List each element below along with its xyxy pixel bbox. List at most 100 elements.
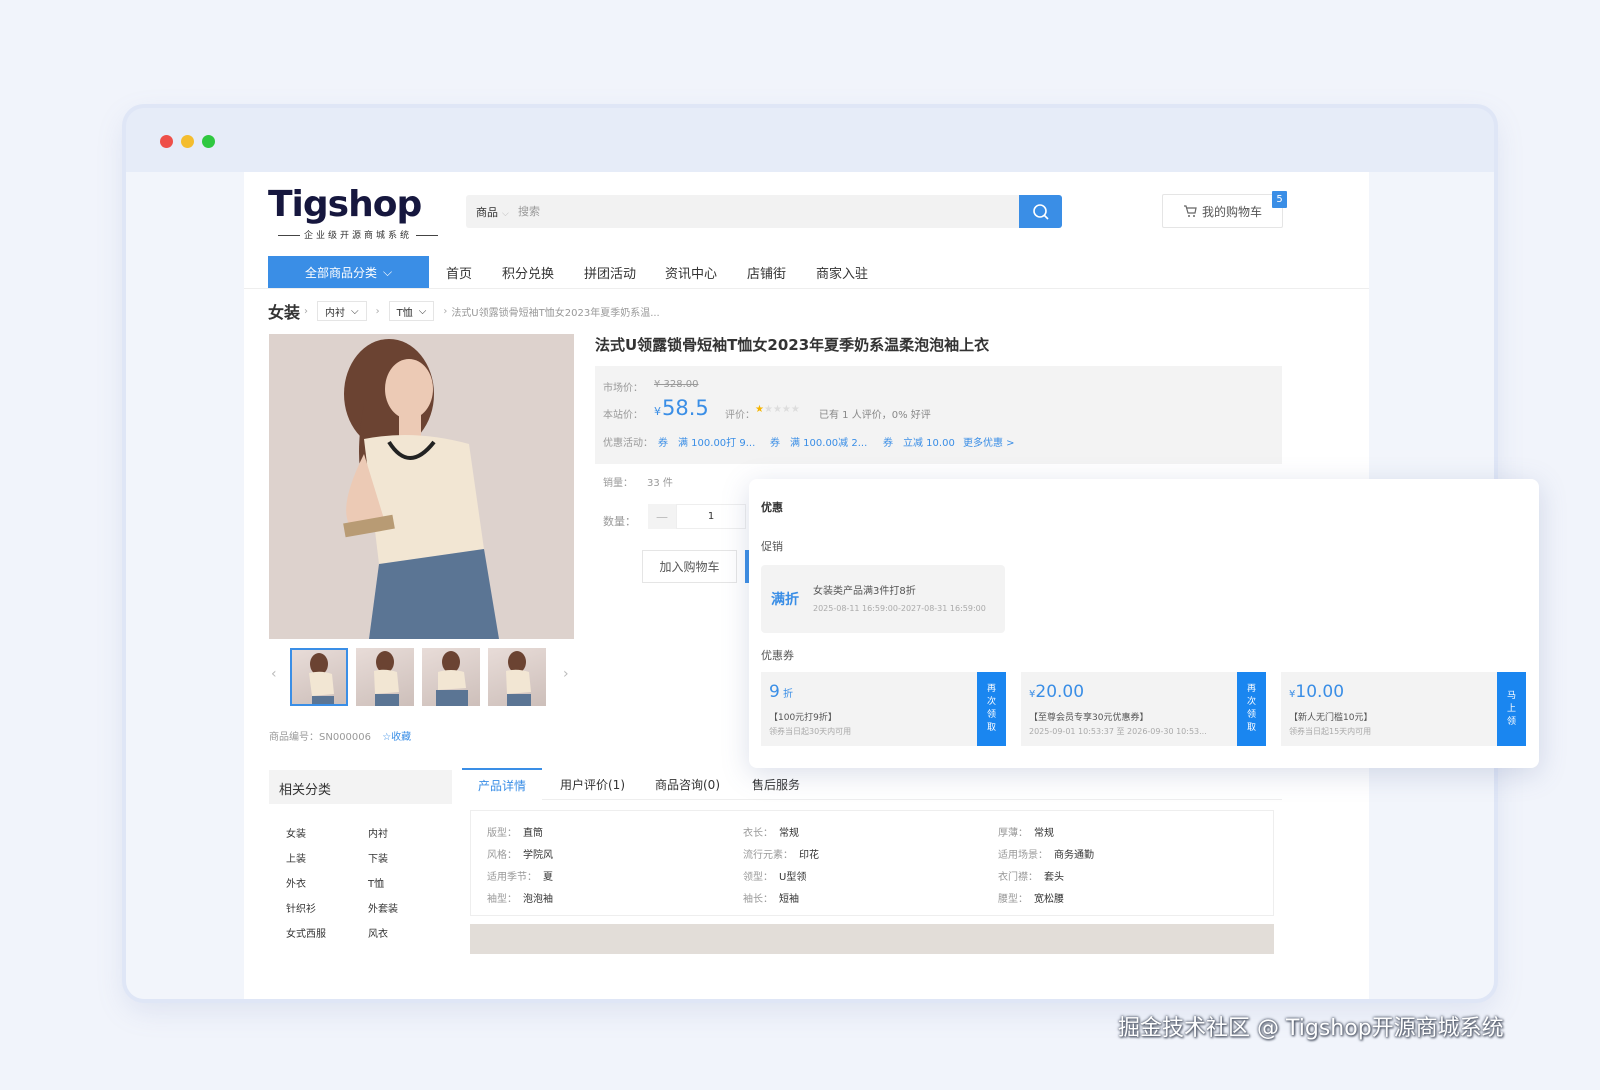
claim-again-button[interactable]: 再次领取: [1234, 672, 1266, 746]
spec-item: 袖型： 泡泡袖: [487, 890, 553, 905]
coupon-unit: 折: [779, 689, 794, 700]
breadcrumb-separator: ›: [375, 305, 380, 317]
related-category-item[interactable]: 外衣: [286, 875, 306, 890]
claim-now-button[interactable]: 马上领: [1494, 672, 1526, 746]
claim-again-button[interactable]: 再次领取: [974, 672, 1006, 746]
related-category-item[interactable]: 女装: [286, 825, 306, 840]
spec-value: 泡泡袖: [523, 894, 553, 905]
related-category-item[interactable]: 女式西服: [286, 925, 326, 940]
breadcrumb-select-level2[interactable]: T恤 ⌵: [388, 301, 435, 321]
nav-item-shops[interactable]: 店铺街: [747, 263, 786, 282]
sales-row: 销量： 33 件: [603, 474, 673, 489]
add-to-cart-button[interactable]: 加入购物车: [642, 550, 737, 583]
minimize-dot[interactable]: [181, 135, 194, 148]
cart-button[interactable]: 我的购物车: [1162, 194, 1283, 228]
tab-consultation[interactable]: 商品咨询(0): [655, 776, 720, 793]
quantity-decrease-button[interactable]: —: [648, 504, 676, 529]
breadcrumb-root[interactable]: 女装: [268, 299, 300, 323]
star-icon: ★: [755, 404, 764, 415]
tigshop-logo[interactable]: Tigshop 企业级开源商城系统: [268, 184, 438, 242]
close-dot[interactable]: [160, 135, 173, 148]
coupon-card: ¥10.00 【新人无门槛10元】 领券当日起15天内可用 马上领: [1281, 672, 1526, 746]
coupon-section-title: 优惠券: [761, 649, 794, 662]
market-price-label: 市场价：: [603, 383, 643, 394]
star-icon: ★: [790, 404, 800, 415]
related-category-item[interactable]: 外套装: [368, 900, 398, 915]
coupon-card: ¥20.00 【至尊会员专享30元优惠券】 2025-09-01 10:53:3…: [1021, 672, 1266, 746]
promo-coupon-1[interactable]: 券 满 100.00打 9...: [658, 434, 755, 449]
nav-item-news[interactable]: 资讯中心: [665, 263, 717, 282]
detail-tabs: 产品详情 用户评价(1) 商品咨询(0) 售后服务: [462, 768, 1282, 800]
thumbnail-1[interactable]: [290, 648, 348, 706]
cart-icon: [1183, 204, 1197, 217]
cart-count-badge: 5: [1272, 191, 1287, 208]
spec-value: 学院风: [523, 850, 553, 861]
chevron-down-icon: ⌵: [382, 264, 393, 279]
promo-text: 女装类产品满3件打8折: [813, 586, 916, 597]
thumbnail-photo: [506, 651, 531, 706]
related-category-item[interactable]: 下装: [368, 850, 388, 865]
coupon-value: ¥10.00: [1289, 682, 1344, 702]
price-box: 市场价： ¥ 328.00 本站价： ¥58.5 评价： ★★★★★ 已有 1 …: [595, 366, 1282, 464]
coupon-name: 【新人无门槛10元】: [1289, 713, 1373, 723]
promo-coupon-3[interactable]: 券 立减 10.00: [883, 434, 955, 449]
tab-after-sales[interactable]: 售后服务: [752, 776, 800, 793]
spec-value: 常规: [1034, 828, 1054, 839]
thumbnail-3[interactable]: [422, 648, 480, 706]
main-nav: 全部商品分类 ⌵ 首页 积分兑换 拼团活动 资讯中心 店铺街 商家入驻: [244, 256, 1369, 289]
spec-value: 常规: [779, 828, 799, 839]
search-input[interactable]: [518, 199, 998, 224]
chevron-right-icon[interactable]: ›: [563, 666, 569, 682]
promo-coupon-2[interactable]: 券 满 100.00减 2...: [770, 434, 867, 449]
maximize-dot[interactable]: [202, 135, 215, 148]
search-category-select[interactable]: 商品 ⌵: [476, 204, 509, 220]
coupon-value: 9 折: [769, 682, 793, 702]
spec-key: 适用季节：: [487, 872, 537, 883]
more-promos-link[interactable]: 更多优惠 >: [963, 434, 1015, 449]
promo-section-title: 促销: [761, 540, 783, 553]
nav-item-home[interactable]: 首页: [446, 263, 472, 282]
related-category-item[interactable]: 风衣: [368, 925, 388, 940]
spec-value: 直筒: [523, 828, 543, 839]
spec-item: 适用季节： 夏: [487, 868, 553, 883]
spec-key: 腰型：: [998, 894, 1028, 905]
product-title: 法式U领露锁骨短袖T恤女2023年夏季奶系温柔泡泡袖上衣: [595, 336, 990, 354]
rating-stars: ★★★★★: [755, 404, 800, 415]
nav-item-groupbuy[interactable]: 拼团活动: [584, 263, 636, 282]
spec-key: 厚薄：: [998, 828, 1028, 839]
spec-value: U型领: [779, 872, 807, 883]
star-icon: ★: [772, 404, 782, 415]
search-button[interactable]: [1019, 195, 1062, 228]
search-bar: 商品 ⌵: [466, 195, 1062, 228]
favorite-label: 收藏: [391, 732, 412, 743]
product-main-image[interactable]: [269, 334, 574, 639]
breadcrumb-separator: ›: [304, 305, 309, 317]
rating-summary: 已有 1 人评价，0% 好评: [819, 410, 931, 421]
nav-item-points[interactable]: 积分兑换: [502, 263, 554, 282]
related-category-item[interactable]: 上装: [286, 850, 306, 865]
spec-item: 领型： U型领: [743, 868, 806, 883]
related-category-item[interactable]: 内衬: [368, 825, 388, 840]
favorite-button[interactable]: ☆收藏: [382, 732, 411, 743]
related-category-item[interactable]: 针织衫: [286, 900, 316, 915]
spec-value: 短袖: [779, 894, 799, 905]
sales-label: 销量：: [603, 478, 633, 489]
related-category-item[interactable]: T恤: [368, 875, 384, 890]
tab-product-detail[interactable]: 产品详情: [462, 768, 543, 800]
promo-date: 2025-08-11 16:59:00-2027-08-31 16:59:00: [813, 604, 986, 613]
nav-item-merchant[interactable]: 商家入驻: [816, 263, 868, 282]
all-categories-button[interactable]: 全部商品分类 ⌵: [268, 256, 429, 288]
spec-key: 衣长：: [743, 828, 773, 839]
chevron-left-icon[interactable]: ‹: [271, 666, 277, 682]
spec-item: 腰型： 宽松腰: [998, 890, 1064, 905]
thumbnail-2[interactable]: [356, 648, 414, 706]
spec-value: 套头: [1044, 872, 1064, 883]
breadcrumb-select-level1[interactable]: 内衬 ⌵: [317, 301, 367, 321]
tab-reviews[interactable]: 用户评价(1): [560, 776, 625, 793]
related-categories-panel: 相关分类 女装 内衬 上装 下装 外衣 T恤 针织衫 外套装 女式西服 风衣: [269, 770, 452, 999]
promo-card: 满折 女装类产品满3件打8折 2025-08-11 16:59:00-2027-…: [761, 565, 1005, 633]
quantity-input[interactable]: 1: [676, 504, 746, 529]
spec-key: 袖型：: [487, 894, 517, 905]
thumbnail-4[interactable]: [488, 648, 546, 706]
coupon-value: ¥20.00: [1029, 682, 1084, 702]
